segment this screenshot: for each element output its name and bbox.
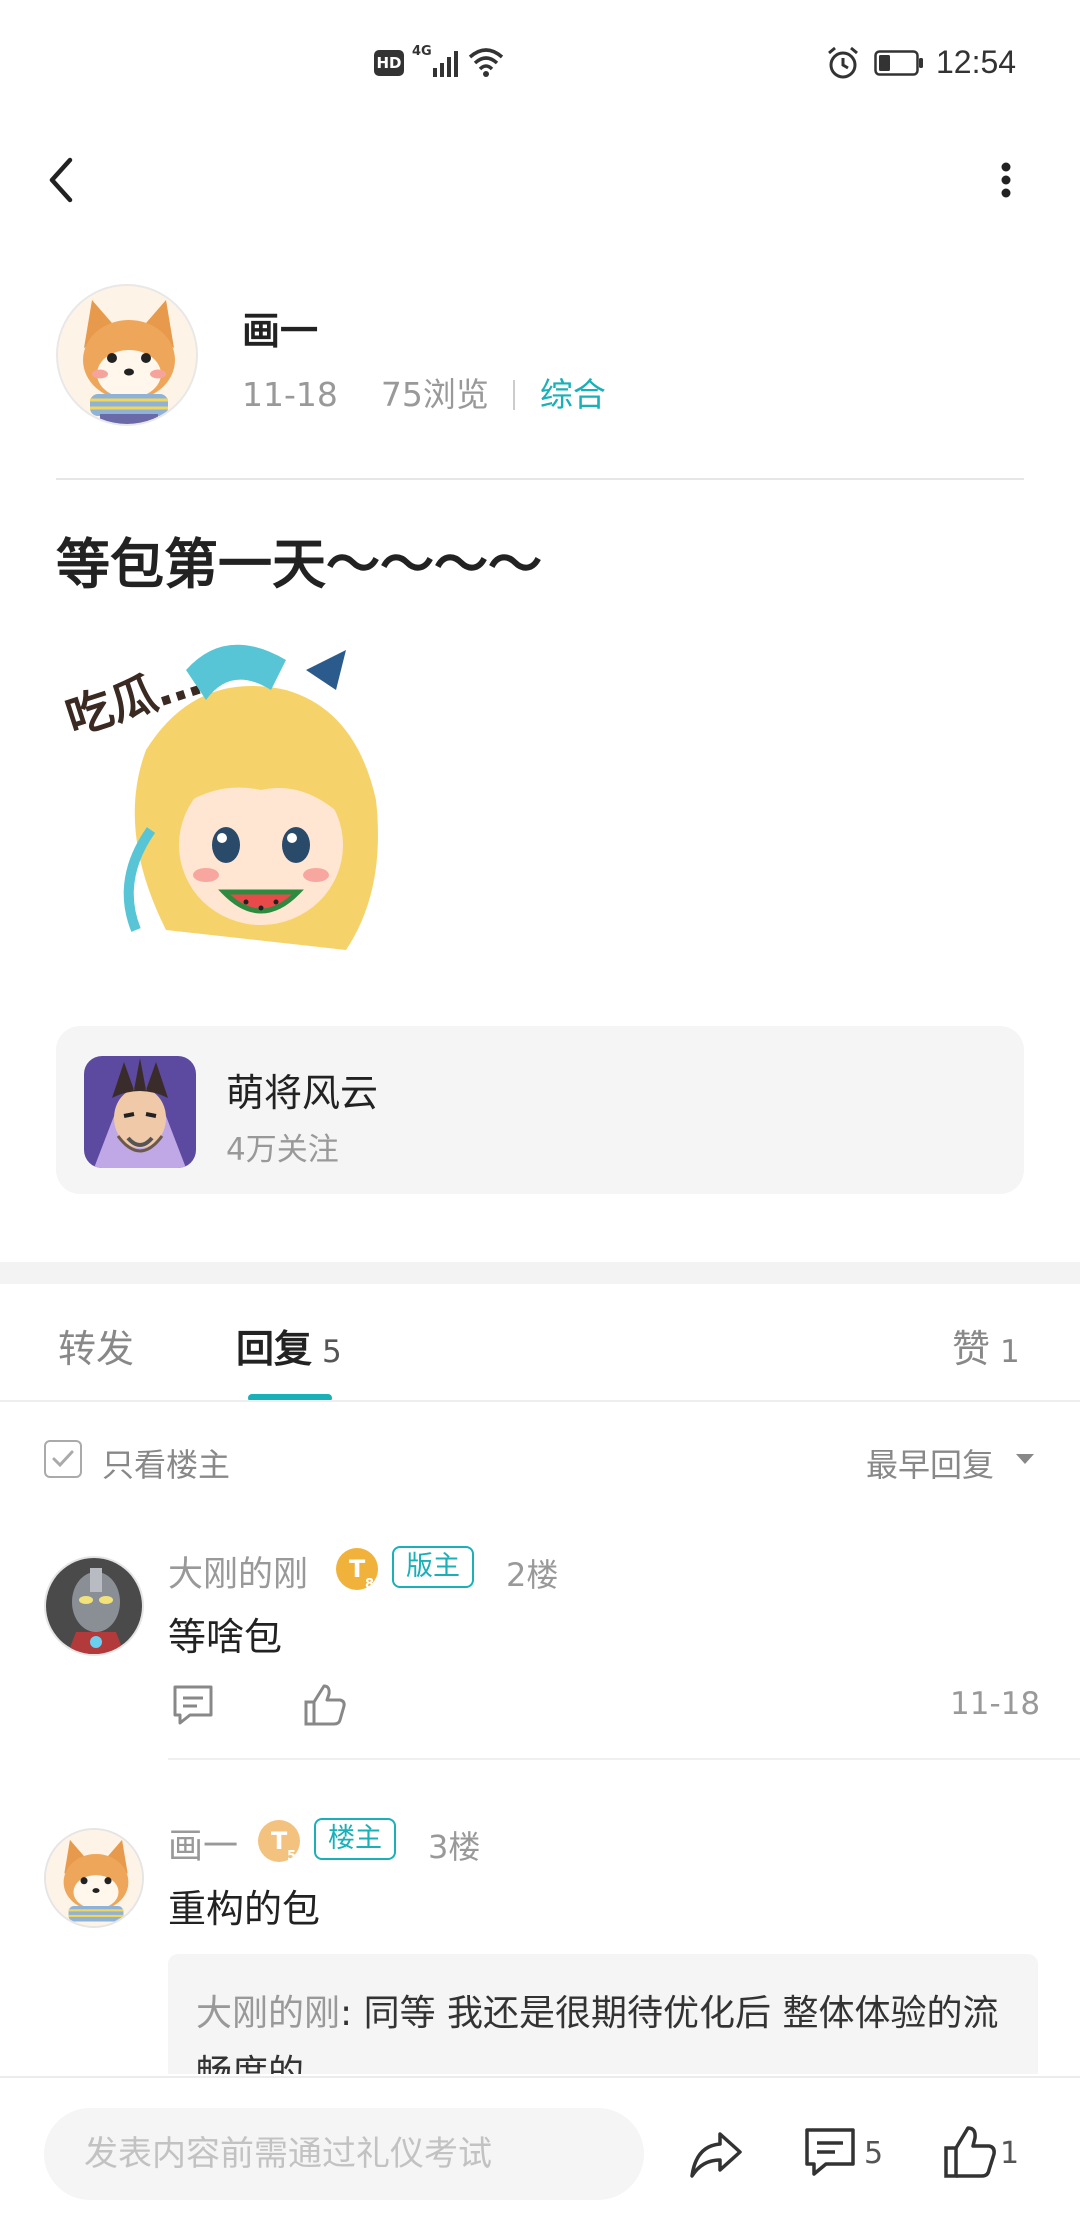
post-title: 等包第一天～～～～ <box>56 533 542 596</box>
shiba-dog-avatar-image <box>58 286 196 424</box>
comment-avatar[interactable] <box>44 1556 144 1656</box>
tab-reply[interactable]: 回复 5 <box>236 1318 342 1373</box>
community-name: 萌将风云 <box>226 1071 379 1115</box>
level-badge: T8 <box>336 1548 378 1592</box>
like-icon[interactable] <box>942 2124 998 2180</box>
alarm-icon <box>828 46 858 79</box>
quoted-reply[interactable]: 大刚的刚: 同等 我还是很期待优化后 整体体验的流畅度的 <box>168 1954 1038 2074</box>
comment-avatar[interactable] <box>44 1828 144 1928</box>
signal-icon <box>433 51 458 77</box>
only-owner-checkbox[interactable] <box>44 1440 82 1478</box>
sort-dropdown[interactable]: 最早回复 <box>866 1440 994 1486</box>
section-separator <box>0 1262 1080 1284</box>
tab-like-count: 1 <box>1000 1334 1020 1370</box>
comment-author-name[interactable]: 大刚的刚 <box>168 1546 308 1597</box>
comment-author-name[interactable]: 画一 <box>168 1818 238 1869</box>
author-divider <box>56 478 1024 480</box>
tab-forward-label: 转发 <box>58 1327 135 1371</box>
tab-like[interactable]: 赞1 <box>952 1318 1020 1373</box>
comment-count: 5 <box>864 2136 884 2171</box>
reply-icon[interactable] <box>170 1682 216 1728</box>
network-type: 4G <box>412 44 432 59</box>
comment-divider <box>168 1758 1080 1760</box>
post-meta: 11-18 75浏览 综合 <box>242 368 606 416</box>
author-name[interactable]: 画一 <box>242 300 318 355</box>
tab-forward[interactable]: 转发 <box>58 1318 134 1373</box>
level-badge: T5 <box>258 1820 300 1864</box>
more-options-icon[interactable] <box>988 150 1024 210</box>
moderator-badge: 版主 <box>392 1546 474 1588</box>
view-count: 75浏览 <box>380 375 489 414</box>
quoted-reply-user[interactable]: 大刚的刚 <box>196 1993 340 2034</box>
tab-reply-count: 5 <box>322 1334 342 1370</box>
floor-number: 2楼 <box>506 1556 559 1594</box>
only-owner-label[interactable]: 只看楼主 <box>102 1440 230 1486</box>
author-avatar[interactable] <box>56 284 198 426</box>
like-icon[interactable] <box>302 1682 348 1728</box>
community-icon <box>84 1056 196 1168</box>
meta-separator <box>513 380 516 410</box>
share-icon[interactable] <box>688 2126 744 2182</box>
hd-indicator: HD <box>374 50 404 76</box>
tabs-divider <box>0 1400 1080 1402</box>
clock: 12:54 <box>936 44 1017 80</box>
category-tag[interactable]: 综合 <box>540 375 606 414</box>
like-count: 1 <box>1000 2136 1020 2171</box>
post-date: 11-18 <box>242 375 338 414</box>
owner-badge: 楼主 <box>314 1818 396 1860</box>
battery-icon <box>874 50 923 76</box>
back-button[interactable] <box>38 150 88 210</box>
wifi-icon <box>468 48 504 77</box>
quoted-reply-text: 大刚的刚: 同等 我还是很期待优化后 整体体验的流畅度的 <box>196 1984 1016 2074</box>
bottom-action-bar: 5 1 <box>0 2076 1080 2228</box>
comment-content: 重构的包 <box>168 1887 321 1931</box>
community-followers: 4万关注 <box>226 1132 339 1168</box>
floor-number: 3楼 <box>428 1828 481 1866</box>
comment-input[interactable] <box>44 2108 644 2200</box>
status-bar: HD 4G 12:54 <box>0 0 1080 130</box>
check-icon <box>52 1450 74 1468</box>
post-sticker-image[interactable]: 吃瓜… <box>56 630 396 970</box>
tab-reply-label: 回复 <box>236 1327 313 1371</box>
chevron-down-icon[interactable] <box>1016 1454 1034 1464</box>
comment-icon[interactable] <box>802 2124 858 2180</box>
comment-time: 11-18 <box>950 1686 1041 1722</box>
tab-like-label: 赞 <box>952 1327 991 1371</box>
community-card[interactable]: 萌将风云 4万关注 <box>56 1026 1024 1194</box>
comment-content: 等啥包 <box>168 1615 283 1659</box>
